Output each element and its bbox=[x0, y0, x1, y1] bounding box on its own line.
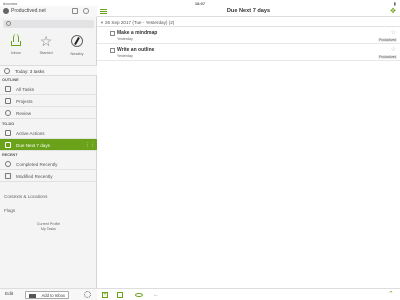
sidebar-item-label: Active Actions bbox=[16, 131, 45, 136]
starred-label: Starred bbox=[39, 50, 53, 55]
sidebar-item-review[interactable]: Review bbox=[0, 107, 97, 119]
task-title[interactable]: Write an outline bbox=[117, 47, 154, 53]
profile-title: Current Profile bbox=[36, 222, 61, 226]
task-checkbox[interactable] bbox=[110, 31, 115, 36]
bottom-toolbar: + ← ⌃ bbox=[97, 288, 400, 300]
inbox-label: Inbox bbox=[11, 50, 21, 55]
nearby-label: Nearby bbox=[70, 51, 84, 56]
folder-icon bbox=[5, 98, 11, 104]
today-summary[interactable]: Today: 3 tasks bbox=[0, 65, 97, 76]
add-to-inbox-label: Add to Inbox bbox=[41, 293, 65, 298]
review-icon bbox=[5, 110, 11, 116]
expand-icon[interactable]: ✥ bbox=[390, 8, 396, 15]
task-checkbox[interactable] bbox=[110, 48, 115, 53]
account-name[interactable]: Productived.net bbox=[11, 8, 46, 14]
sidebar: Productived.net Inbox ☆ Starred Nearby T… bbox=[0, 6, 97, 300]
add-subtask-icon[interactable] bbox=[117, 292, 123, 298]
inbox-icon bbox=[9, 34, 23, 48]
sidebar-item-due-next-7-days[interactable]: Due Next 7 days ⋮⋮ bbox=[0, 139, 97, 151]
star-icon: ☆ bbox=[39, 33, 53, 49]
edit-button[interactable]: Edit bbox=[5, 292, 13, 297]
sidebar-item-label: Review bbox=[16, 111, 32, 116]
disclosure-triangle-icon[interactable]: ▼ bbox=[100, 20, 104, 25]
task-context-badge: Productived bbox=[378, 38, 397, 42]
collapse-icon[interactable]: ⌃ bbox=[388, 291, 394, 298]
main-panel: Due Next 7 days ✥ ▼ 26 Sep 2017 (Tue - Y… bbox=[97, 6, 400, 300]
sidebar-item-modified-recently[interactable]: Modified Recently bbox=[0, 170, 97, 182]
flags-link[interactable]: Flags bbox=[4, 208, 15, 213]
sidebar-item-label: Due Next 7 days bbox=[16, 143, 50, 148]
sync-icon[interactable] bbox=[83, 8, 89, 14]
back-arrow-icon[interactable]: ← bbox=[153, 292, 159, 298]
eye-icon[interactable] bbox=[135, 293, 143, 297]
sidebar-item-projects[interactable]: Projects bbox=[0, 95, 97, 107]
task-row[interactable]: Write an outline Yesterday ☆ Productived bbox=[97, 45, 400, 61]
inbox-button[interactable]: Inbox bbox=[4, 34, 28, 60]
todo-header: TO-DO bbox=[2, 122, 15, 126]
sidebar-item-label: Modified Recently bbox=[16, 174, 53, 179]
sidebar-item-label: All Tasks bbox=[16, 87, 35, 92]
task-due: Yesterday bbox=[117, 37, 133, 41]
nearby-button[interactable]: Nearby bbox=[65, 34, 89, 60]
account-logo-icon[interactable] bbox=[3, 8, 9, 14]
account-bar: Productived.net bbox=[0, 6, 97, 17]
drag-handle-icon[interactable]: ⋮⋮ bbox=[85, 142, 95, 148]
active-actions-icon bbox=[5, 130, 11, 136]
task-context-badge: Productived bbox=[378, 55, 397, 59]
list-icon bbox=[5, 86, 11, 92]
sidebar-item-active-actions[interactable]: Active Actions bbox=[0, 127, 97, 139]
calendar-icon bbox=[5, 142, 11, 148]
star-icon[interactable]: ☆ bbox=[391, 46, 396, 53]
keyboard-icon bbox=[29, 293, 36, 298]
task-due: Yesterday bbox=[117, 54, 133, 58]
gear-icon[interactable] bbox=[84, 291, 91, 298]
clock-icon bbox=[4, 68, 10, 74]
compass-icon bbox=[70, 35, 84, 49]
add-task-icon[interactable]: + bbox=[102, 292, 108, 298]
sidebar-footer: Edit Add to Inbox bbox=[0, 288, 97, 300]
task-row[interactable]: Make a mindmap Yesterday ☆ Productived bbox=[97, 28, 400, 44]
today-label: Today: 3 tasks bbox=[15, 69, 45, 74]
add-to-inbox-button[interactable]: Add to Inbox bbox=[25, 291, 69, 299]
search-icon bbox=[6, 21, 11, 26]
page-title: Due Next 7 days bbox=[226, 8, 271, 14]
date-group-label: 26 Sep 2017 (Tue - Yesterday) (2) bbox=[105, 19, 175, 25]
starred-button[interactable]: ☆ Starred bbox=[34, 34, 58, 60]
outline-header: OUTLINE bbox=[2, 78, 19, 82]
search-field[interactable] bbox=[3, 20, 94, 28]
copy-icon[interactable] bbox=[72, 8, 78, 14]
task-title[interactable]: Make a mindmap bbox=[117, 30, 157, 36]
sidebar-item-all-tasks[interactable]: All Tasks bbox=[0, 83, 97, 95]
profile-name[interactable]: My Tasks bbox=[0, 227, 97, 231]
sidebar-item-label: Projects bbox=[16, 99, 33, 104]
modified-icon bbox=[5, 173, 11, 179]
sidebar-item-completed-recently[interactable]: Completed Recently bbox=[0, 158, 97, 170]
contexts-locations-link[interactable]: Contexts & Locations bbox=[4, 194, 47, 199]
star-icon[interactable]: ☆ bbox=[391, 29, 396, 36]
date-group-header[interactable]: ▼ 26 Sep 2017 (Tue - Yesterday) (2) bbox=[97, 17, 400, 27]
recent-header: RECENT bbox=[2, 153, 18, 157]
quick-buttons: Inbox ☆ Starred Nearby bbox=[0, 32, 97, 62]
sidebar-item-label: Completed Recently bbox=[16, 162, 58, 167]
top-bar: Due Next 7 days ✥ bbox=[97, 6, 400, 17]
check-icon bbox=[5, 161, 11, 167]
